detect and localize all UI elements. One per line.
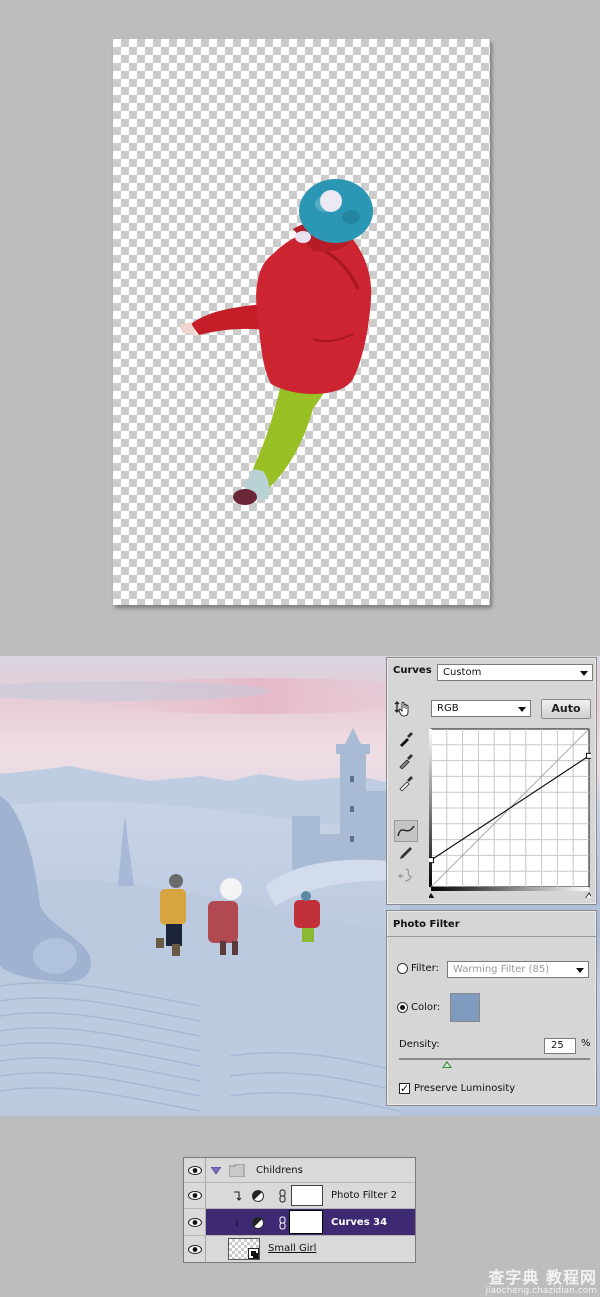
eye-icon	[187, 1165, 202, 1175]
pencil-icon[interactable]	[397, 844, 415, 862]
watermark-url: jiaocheng.chazidian.com	[485, 1286, 597, 1296]
white-point-eyedropper-icon[interactable]	[397, 774, 415, 792]
clipping-arrow-icon	[236, 1219, 238, 1226]
chevron-down-icon	[580, 671, 588, 676]
visibility-toggle[interactable]	[184, 1209, 206, 1235]
curves-preset-dropdown[interactable]: Custom	[437, 664, 593, 681]
layer-name: Childrens	[256, 1165, 303, 1176]
preserve-luminosity-checkbox[interactable]: ✓	[399, 1083, 410, 1094]
preserve-luminosity-label: Preserve Luminosity	[414, 1083, 516, 1094]
curves-title: Curves	[393, 665, 432, 676]
filter-color-swatch[interactable]	[450, 993, 480, 1022]
child-hat	[299, 179, 373, 243]
color-label: Color:	[411, 1002, 441, 1013]
chain-link-icon[interactable]	[279, 1189, 286, 1203]
adjustment-layer-icon	[252, 1190, 264, 1202]
hat-pompom	[320, 190, 342, 212]
adjustment-layer-icon	[252, 1217, 264, 1229]
watermark: 查字典 教程网 jiaocheng.chazidian.com	[462, 1264, 597, 1296]
layer-mask-thumbnail[interactable]	[289, 1210, 323, 1234]
layer-name: Curves 34	[331, 1217, 388, 1228]
layer-row-photo-filter[interactable]: Photo Filter 2	[184, 1183, 415, 1209]
hand-adjust-icon[interactable]	[394, 700, 412, 718]
density-unit: %	[581, 1038, 591, 1049]
layers-panel: Childrens Photo Filter 2 Curves 34 Small…	[183, 1157, 416, 1263]
eye-icon	[187, 1217, 202, 1227]
curve-control-point[interactable]	[428, 857, 434, 864]
layer-name: Small Girl	[268, 1243, 317, 1254]
filter-label: Filter:	[411, 963, 439, 974]
smart-object-icon	[248, 1248, 259, 1259]
filter-dropdown[interactable]: Warming Filter (85)	[447, 961, 589, 978]
auto-button[interactable]: Auto	[541, 699, 591, 719]
layer-row-curves[interactable]: Curves 34	[184, 1209, 415, 1236]
black-point-eyedropper-icon[interactable]	[397, 730, 415, 748]
photo-filter-adjustment-panel: Photo Filter Filter: Warming Filter (85)…	[386, 910, 597, 1106]
density-slider-thumb[interactable]	[441, 1061, 452, 1068]
visibility-toggle[interactable]	[184, 1158, 206, 1182]
black-point-slider[interactable]	[427, 893, 435, 899]
visibility-toggle[interactable]	[184, 1183, 206, 1208]
white-point-slider[interactable]	[584, 892, 594, 900]
child-jacket	[256, 229, 372, 395]
output-gradient-bar	[429, 729, 432, 887]
divider	[387, 936, 596, 937]
folder-icon	[229, 1164, 245, 1177]
smooth-icon[interactable]	[397, 866, 415, 884]
photo-filter-title: Photo Filter	[393, 919, 460, 930]
density-input[interactable]: 25	[544, 1038, 576, 1054]
transparent-canvas-document	[113, 39, 490, 605]
clipping-arrow-icon	[234, 1191, 241, 1201]
preset-value: Custom	[443, 667, 482, 678]
curve-point-icon[interactable]	[394, 820, 418, 842]
channel-value: RGB	[437, 703, 459, 714]
color-radio[interactable]	[397, 1002, 408, 1013]
filter-radio[interactable]	[397, 963, 408, 974]
child-cutout-illustration	[179, 179, 373, 505]
chevron-down-icon	[576, 968, 584, 973]
curves-graph-svg[interactable]	[427, 728, 594, 900]
curve-control-point[interactable]	[586, 752, 592, 759]
visibility-toggle[interactable]	[184, 1236, 206, 1262]
child-boot	[233, 489, 257, 505]
channel-dropdown[interactable]: RGB	[431, 700, 531, 717]
chevron-down-icon	[518, 707, 526, 712]
layer-mask-thumbnail[interactable]	[291, 1185, 323, 1206]
layer-row-small-girl[interactable]: Small Girl	[184, 1236, 415, 1262]
layer-row-group[interactable]: Childrens	[184, 1158, 415, 1183]
layer-thumbnail[interactable]	[228, 1238, 260, 1260]
triangle-expanded-icon[interactable]	[211, 1167, 221, 1174]
curves-adjustment-panel: Curves Custom RGB Auto	[386, 657, 597, 905]
curves-graph[interactable]	[427, 728, 594, 900]
input-gradient-bar	[431, 887, 589, 891]
gray-point-eyedropper-icon[interactable]	[397, 752, 415, 770]
layer-name: Photo Filter 2	[331, 1190, 398, 1201]
density-label: Density:	[399, 1039, 440, 1050]
density-slider-track[interactable]	[399, 1058, 590, 1060]
watermark-text: 查字典 教程网	[488, 1268, 597, 1287]
filter-value: Warming Filter (85)	[453, 964, 550, 975]
eye-icon	[187, 1244, 202, 1254]
chain-link-icon[interactable]	[279, 1216, 286, 1230]
eye-icon	[187, 1191, 202, 1200]
